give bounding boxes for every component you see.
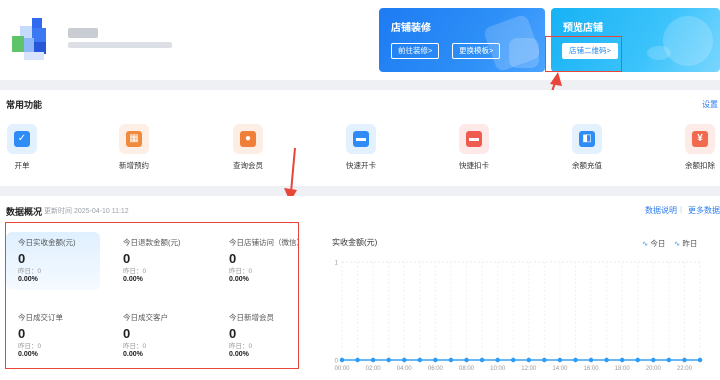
data-point [402,357,407,363]
function-item-label: 快速开卡 [346,161,376,170]
data-point [682,357,687,363]
function-item[interactable]: ✓ [0,124,52,154]
order-icon: ✓ [7,124,37,154]
member-icon: ● [233,124,263,154]
legend-label-today: 今日 [650,239,666,248]
store-info-placeholder [68,42,172,48]
x-tick-label: 08:00 [459,366,475,372]
x-tick-label: 16:00 [584,366,600,372]
legend-label-yesterday: 昨日 [682,239,698,248]
data-point [526,357,531,363]
x-tick-label: 06:00 [428,366,444,372]
x-tick-label: 20:00 [646,366,662,372]
data-point [557,357,563,363]
functions-title: 常用功能 [6,100,43,110]
goto-decorate-button[interactable]: 前往装修> [391,43,440,59]
banner-decoration [663,16,713,66]
function-item[interactable]: ● [218,124,278,154]
function-item-label: 查询会员 [233,161,263,170]
function-item-label: 开单 [14,161,30,170]
data-point [448,357,454,363]
data-point [479,357,485,363]
data-point [417,357,423,363]
data-point [339,357,345,363]
wallet-icon: ◧ [572,124,602,154]
overview-updated-time: 更新时间 2025-04-10 11:12 [44,208,129,215]
data-point [651,357,656,363]
function-item[interactable]: ◧ [557,124,617,154]
data-point [370,357,376,363]
preview-banner-title: 预览店铺 [563,23,603,34]
data-point [511,357,516,363]
x-tick-label: 12:00 [521,366,537,372]
data-point [542,357,547,363]
yen-icon: ¥ [685,124,715,154]
store-logo [10,18,54,62]
annotation-box-stats [5,222,299,369]
data-point [619,357,625,363]
data-point [433,357,438,363]
change-template-button[interactable]: 更换模板> [452,43,501,59]
function-item-label: 快捷扣卡 [459,161,489,170]
x-tick-label: 18:00 [615,366,631,372]
data-point [464,357,469,363]
store-name-placeholder [68,28,98,38]
data-point [386,357,391,363]
function-item[interactable]: ¥ [670,124,720,154]
data-point [573,357,578,363]
function-item[interactable]: ▦ [104,124,164,154]
deduct-card-icon: ▬ [459,124,489,154]
x-tick-label: 22:00 [677,366,693,372]
x-tick-label: 10:00 [490,366,506,372]
y-tick-label: 0 [335,359,339,365]
data-point [697,357,703,363]
more-data-link[interactable]: 更多数据 [688,205,720,216]
annotation-box-qrcode [545,36,622,72]
chart-legend-yesterday[interactable]: ∿ 昨日 [674,238,697,249]
card-icon: ▬ [346,124,376,154]
x-tick-label: 04:00 [397,366,413,372]
calendar-icon: ▦ [119,124,149,154]
functions-settings-link[interactable]: 设置 [702,99,718,110]
data-point [635,357,640,363]
function-item-label: 新增预约 [119,161,149,170]
revenue-line-chart: 0 1 00:00 02:00 04:00 06:00 08:00 10:00 12:00 14:… [334,261,703,372]
function-item[interactable]: ▬ [444,124,504,154]
banner-decoration [647,46,671,60]
x-tick-label: 14:00 [552,366,568,372]
function-item-label: 余额扣除 [685,161,715,170]
function-item-label: 余额充值 [572,161,602,170]
overview-title: 数据概况 [6,207,43,217]
function-item[interactable]: ▬ [331,124,391,154]
data-point [495,357,500,363]
x-tick-label: 00:00 [334,366,350,372]
chart-legend-today[interactable]: ∿ 今日 [642,238,665,249]
data-point [355,357,360,363]
legend-wave-icon: ∿ [674,239,681,248]
chart-title: 实收金额(元) [332,238,378,247]
legend-wave-icon: ∿ [642,239,649,248]
data-point [588,357,594,363]
x-tick-label: 02:00 [366,366,382,372]
link-divider: | [680,205,683,214]
decorate-banner: 店铺装修 前往装修> 更换模板> [379,8,545,72]
data-help-link[interactable]: 数据说明 [645,205,677,216]
data-point [604,357,609,363]
decorate-banner-title: 店铺装修 [391,23,431,34]
data-point [666,357,672,363]
banner-decoration [509,38,539,68]
y-tick-label: 1 [335,261,339,267]
